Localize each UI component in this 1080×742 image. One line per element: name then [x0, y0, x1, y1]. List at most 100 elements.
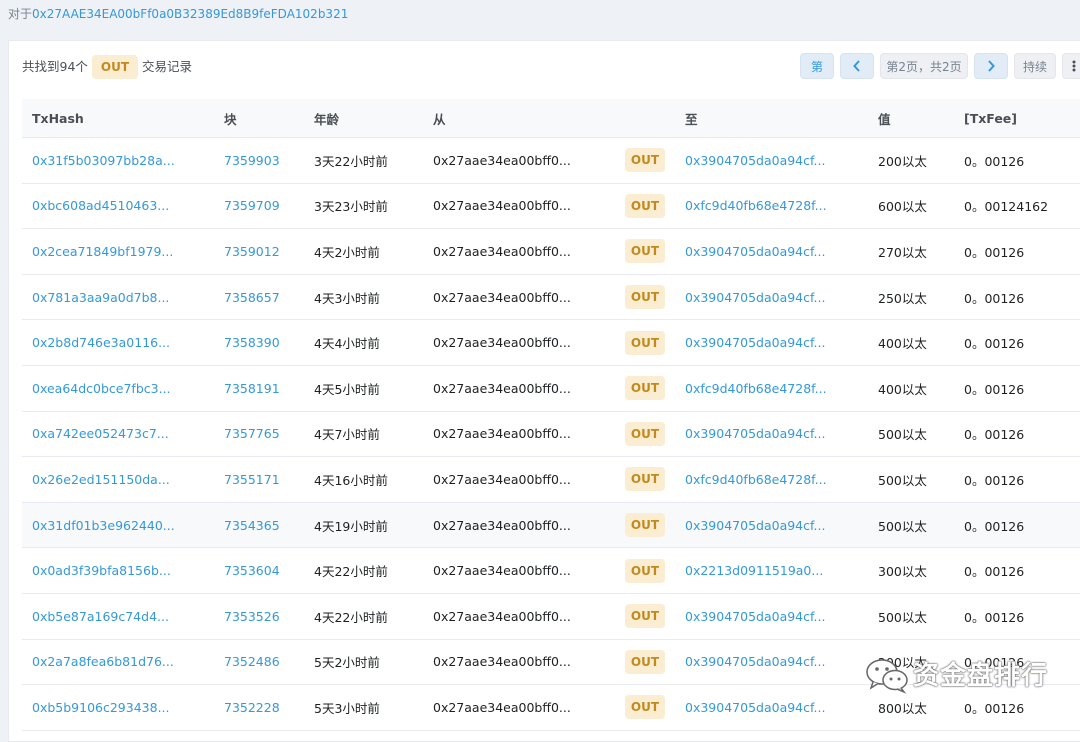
- page-indicator: 第2页，共2页: [880, 53, 968, 79]
- value-cell: 300以太: [878, 564, 927, 580]
- to-address-link[interactable]: 0xfc9d40fb68e4728f...: [685, 381, 827, 396]
- summary-suffix: 交易记录: [142, 59, 193, 74]
- last-page-button[interactable]: 持续: [1014, 53, 1056, 79]
- block-link[interactable]: 7353604: [224, 563, 280, 578]
- table-row: 0xea64dc0bce7fbc3... 7358191 4天5小时前 0x27aae…: [22, 365, 1080, 412]
- col-direction: [615, 99, 675, 138]
- table-cell: 0x27aae34ea00bff0...: [423, 274, 615, 321]
- table-cell: 0xfc9d40fb68e4728f...: [675, 183, 868, 230]
- block-link[interactable]: 7352486: [224, 654, 280, 669]
- value-cell: 600以太: [878, 199, 927, 215]
- age-cell: 4天2小时前: [314, 244, 380, 260]
- age-cell: 4天7小时前: [314, 427, 380, 443]
- table-cell: 7355171: [214, 456, 304, 503]
- block-link[interactable]: 7359709: [224, 198, 280, 213]
- table-cell: 0x3904705da0a94cf...: [675, 228, 868, 275]
- block-link[interactable]: 7358657: [224, 290, 280, 305]
- to-address-link[interactable]: 0x3904705da0a94cf...: [685, 153, 825, 168]
- address-line: 对于0x27AAE34EA00bFf0a0B32389Ed8B9feFDA102…: [8, 4, 348, 24]
- more-options-button[interactable]: [1062, 53, 1080, 79]
- txhash-link[interactable]: 0x31df01b3e962440...: [32, 518, 175, 533]
- summary-out-badge: OUT: [91, 55, 139, 79]
- table-cell: 0xb5b9106c293438...: [22, 684, 214, 731]
- table-cell: 0x0ad3f39bfa8156b...: [22, 547, 214, 594]
- txhash-link[interactable]: 0xea64dc0bce7fbc3...: [32, 381, 171, 396]
- block-link[interactable]: 7358390: [224, 335, 280, 350]
- first-page-button[interactable]: 第: [800, 53, 834, 79]
- to-address-link[interactable]: 0x3904705da0a94cf...: [685, 244, 825, 259]
- txhash-link[interactable]: 0x0ad3f39bfa8156b...: [32, 563, 171, 578]
- table-cell: 7352486: [214, 639, 304, 686]
- block-link[interactable]: 7359903: [224, 153, 280, 168]
- value-cell: 400以太: [878, 381, 927, 397]
- table-cell: 0x3904705da0a94cf...: [675, 274, 868, 321]
- txhash-link[interactable]: 0x781a3aa9a0d7b8...: [32, 290, 169, 305]
- txhash-link[interactable]: 0xb5e87a169c74d4...: [32, 609, 169, 624]
- table-cell: 4天22小时前: [304, 593, 423, 640]
- block-link[interactable]: 7352228: [224, 700, 280, 715]
- to-address-link[interactable]: 0x2213d0911519a0...: [685, 563, 823, 578]
- table-cell: 0。00126: [954, 137, 1080, 184]
- summary-prefix: 共找到94个: [22, 59, 88, 74]
- txhash-link[interactable]: 0xbc608ad4510463...: [32, 198, 169, 213]
- table-cell: 0。00126: [954, 502, 1080, 549]
- table-row: 0x31f5b03097bb28a... 7359903 3天22小时前 0x27aa…: [22, 137, 1080, 184]
- age-cell: 4天19小时前: [314, 518, 388, 534]
- table-cell: 3天23小时前: [304, 183, 423, 230]
- value-cell: 270以太: [878, 244, 927, 260]
- to-address-link[interactable]: 0x3904705da0a94cf...: [685, 609, 825, 624]
- block-link[interactable]: 7357765: [224, 426, 280, 441]
- to-address-link[interactable]: 0x3904705da0a94cf...: [685, 290, 825, 305]
- table-cell: 0x27aae34ea00bff0...: [423, 456, 615, 503]
- table-cell: 0x27aae34ea00bff0...: [423, 547, 615, 594]
- table-cell: 0。00126: [954, 228, 1080, 275]
- table-cell: 0。00126: [954, 547, 1080, 594]
- table-cell: 0。00124162: [954, 183, 1080, 230]
- table-cell: 0。00126: [954, 274, 1080, 321]
- table-cell: 7357765: [214, 411, 304, 458]
- block-link[interactable]: 7355171: [224, 472, 280, 487]
- table-cell: 0x3904705da0a94cf...: [675, 639, 868, 686]
- txhash-link[interactable]: 0x31f5b03097bb28a...: [32, 153, 175, 168]
- to-address-link[interactable]: 0x3904705da0a94cf...: [685, 426, 825, 441]
- txhash-link[interactable]: 0x2a7a8fea6b81d76...: [32, 654, 174, 669]
- address-link[interactable]: 0x27AAE34EA00bFf0a0B32389Ed8B9feFDA102b3…: [32, 7, 348, 21]
- next-page-button[interactable]: [974, 53, 1008, 79]
- table-cell: 5天2小时前: [304, 639, 423, 686]
- direction-badge: OUT: [625, 467, 665, 492]
- block-link[interactable]: 7353526: [224, 609, 280, 624]
- txhash-link[interactable]: 0xa742ee052473c7...: [32, 426, 169, 441]
- age-cell: 4天5小时前: [314, 381, 380, 397]
- table-cell: 0x781a3aa9a0d7b8...: [22, 274, 214, 321]
- block-link[interactable]: 7358191: [224, 381, 280, 396]
- table-cell: 4天3小时前: [304, 274, 423, 321]
- txfee-cell: 0。00126: [964, 609, 1025, 625]
- txfee-cell: 0。00124162: [964, 199, 1049, 215]
- to-address-link[interactable]: 0x3904705da0a94cf...: [685, 700, 825, 715]
- block-link[interactable]: 7354365: [224, 518, 280, 533]
- prev-page-button[interactable]: [840, 53, 874, 79]
- table-cell: 0x3904705da0a94cf...: [675, 137, 868, 184]
- table-cell: 7352228: [214, 684, 304, 731]
- table-cell: 7359012: [214, 228, 304, 275]
- table-cell: 500以太: [868, 456, 954, 503]
- to-address-link[interactable]: 0xfc9d40fb68e4728f...: [685, 198, 827, 213]
- block-link[interactable]: 7359012: [224, 244, 280, 259]
- to-address-link[interactable]: 0x3904705da0a94cf...: [685, 654, 825, 669]
- txhash-link[interactable]: 0xb5b9106c293438...: [32, 700, 170, 715]
- value-cell: 500以太: [878, 518, 927, 534]
- txhash-link[interactable]: 0x26e2ed151150da...: [32, 472, 170, 487]
- table-row: 0x2b8d746e3a0116... 7358390 4天4小时前 0x27aae3…: [22, 319, 1080, 366]
- table-cell: 0xea64dc0bce7fbc3...: [22, 365, 214, 412]
- table-cell: 7353526: [214, 593, 304, 640]
- table-cell: 7359903: [214, 137, 304, 184]
- txhash-link[interactable]: 0x2b8d746e3a0116...: [32, 335, 170, 350]
- txhash-link[interactable]: 0x2cea71849bf1979...: [32, 244, 173, 259]
- from-address: 0x27aae34ea00bff0...: [433, 289, 571, 305]
- table-header-row: TxHash 块 年龄 从 至 值 [TxFee]: [22, 99, 1080, 138]
- from-address: 0x27aae34ea00bff0...: [433, 699, 571, 715]
- to-address-link[interactable]: 0x3904705da0a94cf...: [685, 518, 825, 533]
- to-address-link[interactable]: 0xfc9d40fb68e4728f...: [685, 472, 827, 487]
- to-address-link[interactable]: 0x3904705da0a94cf...: [685, 335, 825, 350]
- table-cell: 500以太: [868, 502, 954, 549]
